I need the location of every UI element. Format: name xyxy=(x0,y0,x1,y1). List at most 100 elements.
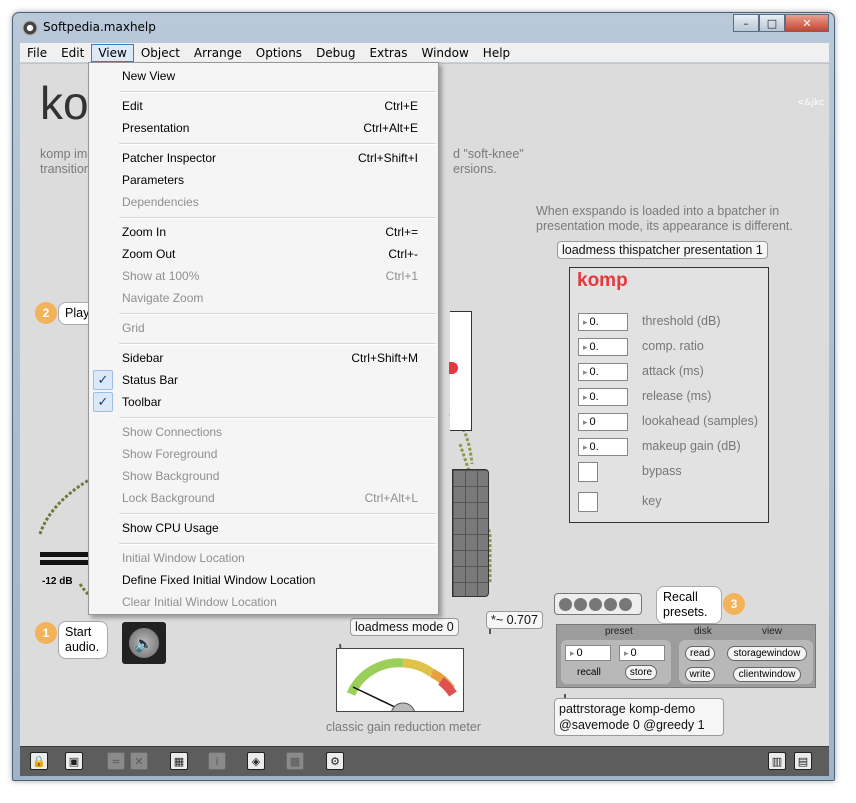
object-grid-icon[interactable]: ▩ xyxy=(286,752,304,770)
menu-label: Edit xyxy=(122,99,143,113)
info-icon[interactable]: i xyxy=(208,752,226,770)
menu-item-zoom-out[interactable]: Zoom Out Ctrl+- xyxy=(89,243,438,265)
preset-header: preset xyxy=(605,626,633,637)
sidebar-left-icon[interactable]: ▥ xyxy=(768,752,786,770)
menu-item-initial-window-location: Initial Window Location xyxy=(89,547,438,569)
ratio-number[interactable]: 0. xyxy=(578,338,628,356)
meter-caption: classic gain reduction meter xyxy=(326,720,481,734)
meter-db-label: -12 dB xyxy=(42,576,73,587)
max-app-icon xyxy=(22,20,38,36)
storagewindow-button[interactable]: storagewindow xyxy=(727,646,807,661)
loadmess-mode-object[interactable]: loadmess mode 0 xyxy=(350,618,459,636)
menu-label: Show Background xyxy=(122,469,220,483)
menu-label: Show Connections xyxy=(122,425,223,439)
menu-shortcut: Ctrl+Shift+I xyxy=(357,151,418,165)
maximize-button[interactable]: □ xyxy=(759,14,785,32)
sidebar-right-icon[interactable]: ▤ xyxy=(794,752,812,770)
menu-item-sidebar[interactable]: Sidebar Ctrl+Shift+M xyxy=(89,347,438,369)
menu-item-lock-background: Lock Background Ctrl+Alt+L xyxy=(89,487,438,509)
menu-shortcut: Ctrl+Shift+M xyxy=(351,351,418,365)
recall-label[interactable]: recall xyxy=(577,667,601,678)
menu-extras[interactable]: Extras xyxy=(363,44,415,62)
makeup-gain-number[interactable]: 0. xyxy=(578,438,628,456)
menu-arrange[interactable]: Arrange xyxy=(187,44,249,62)
key-toggle[interactable] xyxy=(578,492,598,512)
menu-label: Status Bar xyxy=(122,373,179,387)
preset-slot[interactable] xyxy=(619,597,632,611)
menu-item-parameters[interactable]: Parameters xyxy=(89,169,438,191)
presentation-icon[interactable]: ▣ xyxy=(65,752,83,770)
patch-cord-icon[interactable]: ≈ xyxy=(107,752,125,770)
title-bar[interactable]: Softpedia.maxhelp – □ ✕ xyxy=(13,13,834,43)
menu-shortcut: Ctrl+Alt+E xyxy=(363,121,418,135)
menu-help[interactable]: Help xyxy=(476,44,517,62)
menu-label: Dependencies xyxy=(122,195,199,209)
menu-label: Show at 100% xyxy=(122,269,200,283)
menu-item-clear-initial-location: Clear Initial Window Location xyxy=(89,591,438,613)
menu-debug[interactable]: Debug xyxy=(309,44,362,62)
menu-options[interactable]: Options xyxy=(249,44,309,62)
menu-separator xyxy=(119,143,436,145)
menu-edit[interactable]: Edit xyxy=(54,44,91,62)
menu-separator xyxy=(119,217,436,219)
menu-item-new-view[interactable]: New View xyxy=(89,65,438,87)
komp-bpatcher[interactable]: komp 0. threshold (dB) 0. comp. ratio 0.… xyxy=(569,267,769,523)
store-button[interactable]: store xyxy=(625,665,657,680)
preset-number-1[interactable]: 0 xyxy=(565,645,611,661)
attack-number[interactable]: 0. xyxy=(578,363,628,381)
key-label: key xyxy=(642,494,662,508)
grid-icon[interactable]: ▦ xyxy=(170,752,188,770)
menu-file[interactable]: File xyxy=(20,44,54,62)
minimize-button[interactable]: – xyxy=(733,14,759,32)
preset-number-2[interactable]: 0 xyxy=(619,645,665,661)
menu-item-show-cpu-usage[interactable]: Show CPU Usage xyxy=(89,517,438,539)
menu-item-zoom-in[interactable]: Zoom In Ctrl+= xyxy=(89,221,438,243)
clientwindow-button[interactable]: clientwindow xyxy=(733,667,801,682)
audio-on-icon[interactable]: ⚙ xyxy=(326,752,344,770)
menu-item-grid: Grid xyxy=(89,317,438,339)
loadmess-presentation-object[interactable]: loadmess thispatcher presentation 1 xyxy=(557,241,768,259)
gain-reduction-meter[interactable] xyxy=(336,648,464,728)
preset-slot[interactable] xyxy=(559,597,572,611)
gain-multiply-object[interactable]: *~ 0.707 xyxy=(486,611,543,629)
multislider-grid[interactable] xyxy=(452,469,489,597)
preset-slot[interactable] xyxy=(574,597,587,611)
read-button[interactable]: read xyxy=(685,646,715,661)
inspector-icon[interactable]: ◈ xyxy=(247,752,265,770)
description-line-2: transition xyxy=(40,162,91,176)
menu-separator xyxy=(119,313,436,315)
menu-item-edit[interactable]: Edit Ctrl+E xyxy=(89,95,438,117)
menu-item-dependencies: Dependencies xyxy=(89,191,438,213)
menu-object[interactable]: Object xyxy=(134,44,187,62)
close-button[interactable]: ✕ xyxy=(785,14,829,32)
menu-window[interactable]: Window xyxy=(414,44,475,62)
recall-presets-bubble: Recall presets. xyxy=(656,586,722,624)
menu-item-toolbar[interactable]: ✓ Toolbar xyxy=(89,391,438,413)
pattrstorage-object[interactable]: pattrstorage komp-demo @savemode 0 @gree… xyxy=(554,698,724,736)
bpatcher-note: When exspando is loaded into a bpatcher … xyxy=(536,204,793,233)
patcher-toolbar: 🔒 ▣ ≈ ✕ ▦ i ◈ ▩ ⚙ ▥ ▤ xyxy=(20,746,829,776)
threshold-number[interactable]: 0. xyxy=(578,313,628,331)
preset-slot[interactable] xyxy=(604,597,617,611)
menu-item-show-at-100: Show at 100% Ctrl+1 xyxy=(89,265,438,287)
preset-slot[interactable] xyxy=(589,597,602,611)
lock-icon[interactable]: 🔒 xyxy=(30,752,48,770)
menu-item-patcher-inspector[interactable]: Patcher Inspector Ctrl+Shift+I xyxy=(89,147,438,169)
menu-item-define-fixed-location[interactable]: Define Fixed Initial Window Location xyxy=(89,569,438,591)
hide-icon[interactable]: ✕ xyxy=(130,752,148,770)
menu-shortcut: Ctrl+- xyxy=(388,247,418,261)
write-button[interactable]: write xyxy=(685,667,715,682)
menu-item-status-bar[interactable]: ✓ Status Bar xyxy=(89,369,438,391)
bypass-toggle[interactable] xyxy=(578,462,598,482)
menu-label: Zoom In xyxy=(122,225,167,239)
menu-view[interactable]: View xyxy=(91,43,134,62)
ezdac-button[interactable]: 🔈 xyxy=(122,622,166,664)
description-line-1b: d "soft-knee" xyxy=(453,147,524,161)
preset-dots[interactable] xyxy=(554,593,642,615)
bpatcher-title: komp xyxy=(577,270,628,291)
step-3-badge: 3 xyxy=(723,593,745,615)
release-number[interactable]: 0. xyxy=(578,388,628,406)
menu-label: Zoom Out xyxy=(122,247,176,261)
menu-item-presentation[interactable]: Presentation Ctrl+Alt+E xyxy=(89,117,438,139)
lookahead-number[interactable]: 0 xyxy=(578,413,628,431)
